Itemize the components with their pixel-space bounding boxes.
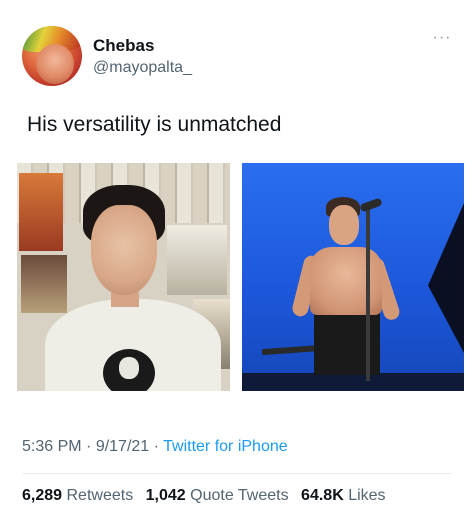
likes-count: 64.8K: [301, 487, 344, 504]
tweet-meta: 5:36 PM · 9/17/21 · Twitter for iPhone: [22, 438, 288, 456]
tweet: Chebas @mayopalta_ ··· His versatility i…: [0, 0, 474, 526]
avatar-face: [36, 44, 74, 84]
photo-poster: [21, 255, 67, 313]
quote-tweets-count: 1,042: [145, 487, 186, 504]
retweets-count: 6,289: [22, 487, 63, 504]
quote-tweets-stat[interactable]: 1,042 Quote Tweets: [146, 487, 289, 504]
photo-singer-pants: [314, 311, 380, 375]
photo-skull-print: [103, 349, 155, 391]
photo-singer-head: [329, 205, 359, 245]
quote-tweets-label: Quote Tweets: [190, 487, 289, 504]
tweet-source-link[interactable]: Twitter for iPhone: [163, 438, 288, 455]
retweets-label: Retweets: [66, 487, 134, 504]
likes-stat[interactable]: 64.8K Likes: [301, 487, 386, 504]
retweets-stat[interactable]: 6,289 Retweets: [22, 487, 133, 504]
tweet-date[interactable]: 9/17/21: [96, 438, 149, 455]
media-photo-right[interactable]: [242, 163, 464, 391]
likes-label: Likes: [348, 487, 386, 504]
divider: [22, 473, 452, 474]
photo-poster: [19, 173, 63, 251]
media-photo-left[interactable]: [17, 163, 230, 391]
photo-mic-stand: [366, 205, 370, 381]
meta-separator: ·: [149, 438, 164, 455]
meta-separator: ·: [81, 438, 96, 455]
avatar[interactable]: [22, 26, 82, 86]
author-handle[interactable]: @mayopalta_: [93, 59, 192, 77]
more-options-icon[interactable]: ···: [430, 30, 454, 48]
tweet-text: His versatility is unmatched: [27, 113, 282, 136]
photo-face: [91, 205, 157, 295]
tweet-time[interactable]: 5:36 PM: [22, 438, 82, 455]
tweet-stats: 6,289 Retweets 1,042 Quote Tweets 64.8K …: [22, 487, 394, 505]
photo-stage-floor: [242, 373, 464, 391]
author-name[interactable]: Chebas: [93, 36, 154, 56]
photo-singer-torso: [310, 247, 382, 315]
photo-poster: [167, 225, 227, 295]
